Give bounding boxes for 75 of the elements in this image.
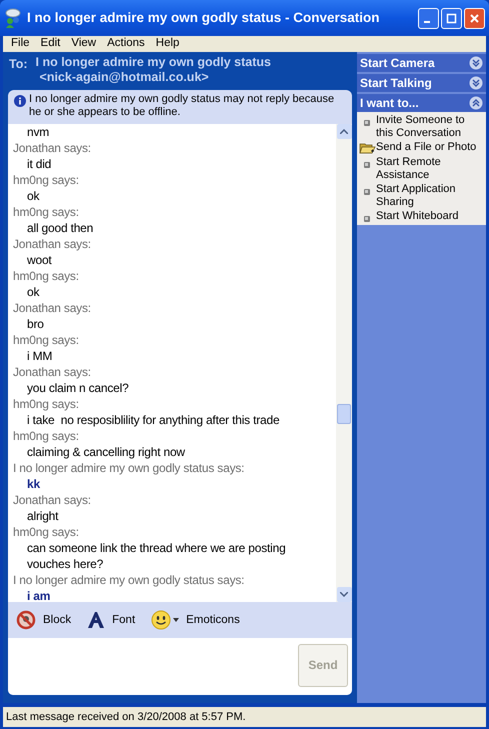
sender-line: hm0ng says: [13, 204, 80, 220]
status-text: Last message received on 3/20/2008 at 5:57 PM. [6, 710, 246, 725]
message-text: i am [26, 588, 52, 602]
toolbar-button[interactable]: Emoticons [151, 610, 240, 630]
sender-line: Jonathan says: [13, 140, 92, 156]
menu-item[interactable]: Actions [107, 35, 145, 53]
to-label: To: [9, 56, 28, 73]
task-header[interactable]: Start Talking [357, 74, 486, 92]
sender-line: I no longer admire my own godly status says: [13, 460, 246, 476]
message-text: ok [26, 188, 40, 204]
scroll-down-button[interactable] [336, 587, 352, 602]
maximize-icon [446, 12, 457, 24]
toolbar-button[interactable]: Font [87, 611, 136, 630]
bullet-icon [364, 120, 370, 126]
message-text: woot [26, 252, 53, 268]
task-link[interactable]: Start Remote Assistance [376, 156, 486, 182]
recipient-email: <nick-again@hotmail.co.uk> [38, 70, 210, 85]
task-link[interactable]: Start Whiteboard [376, 210, 461, 223]
collapse-icon[interactable] [469, 96, 483, 110]
recipient-name: I no longer admire my own godly status [36, 55, 271, 70]
message-text: kk [26, 476, 41, 492]
offline-notice: I no longer admire my own godly status may not reply because he or she appears to be offline. [29, 93, 336, 120]
message-text: ok [26, 284, 40, 300]
info-icon [14, 95, 26, 107]
sender-line: Jonathan says: [13, 364, 92, 380]
message-text: you claim n cancel? [26, 380, 130, 396]
sender-line: I no longer admire my own godly status says: [13, 572, 246, 588]
bullet-icon [364, 162, 370, 168]
smiley-icon [151, 610, 172, 630]
task-link[interactable]: Send a File or Photo [376, 141, 478, 154]
scroll-up-button[interactable] [336, 124, 352, 140]
menu-item[interactable]: View [71, 35, 96, 53]
message-text: i MM [26, 348, 54, 364]
maximize-button[interactable] [441, 8, 462, 28]
expand-icon[interactable] [469, 76, 483, 90]
message-text: claiming & cancelling right now [26, 444, 186, 460]
sender-line: Jonathan says: [13, 236, 92, 252]
sender-line: hm0ng says: [13, 172, 80, 188]
task-link[interactable]: Start Application Sharing [376, 183, 486, 209]
task-header[interactable]: I want to... [357, 94, 486, 112]
message-text: all good then [26, 220, 94, 236]
no-sign-icon [16, 610, 36, 630]
sender-line: hm0ng says: [13, 396, 80, 412]
scroll-thumb[interactable] [337, 404, 351, 424]
letter-a-icon [87, 611, 106, 630]
menu-item[interactable]: File [11, 35, 30, 53]
bullet-icon [364, 216, 370, 222]
message-text: nvm [26, 124, 50, 140]
close-icon [469, 12, 480, 24]
menu-item[interactable]: Help [156, 35, 180, 53]
expand-icon[interactable] [469, 56, 483, 70]
minimize-icon [424, 21, 430, 23]
sender-line: hm0ng says: [13, 428, 80, 444]
message-text: alright [26, 508, 60, 524]
task-link[interactable]: Invite Someone to this Conversation [376, 114, 486, 140]
message-text: bro [26, 316, 45, 332]
message-text: i take no resposiblility for anything after this trade [26, 412, 280, 428]
scrollbar[interactable] [336, 124, 352, 602]
folder-icon [359, 142, 376, 155]
sender-line: hm0ng says: [13, 268, 80, 284]
sender-line: Jonathan says: [13, 300, 92, 316]
bullet-icon [364, 189, 370, 195]
sender-line: Jonathan says: [13, 492, 92, 508]
minimize-button[interactable] [418, 8, 439, 28]
toolbar-button[interactable]: Block [16, 610, 72, 630]
messenger-icon [4, 8, 22, 28]
dropdown-arrow-icon [173, 618, 180, 622]
message-text: it did [26, 156, 52, 172]
sender-line: hm0ng says: [13, 524, 80, 540]
menu-item[interactable]: Edit [40, 35, 60, 53]
window-title: I no longer admire my own godly status - Conversation [27, 8, 381, 27]
sender-line: hm0ng says: [13, 332, 80, 348]
close-button[interactable] [464, 8, 485, 28]
message-text: can someone link the thread where we are posting vouches here? [26, 540, 287, 572]
task-header[interactable]: Start Camera [357, 54, 486, 72]
